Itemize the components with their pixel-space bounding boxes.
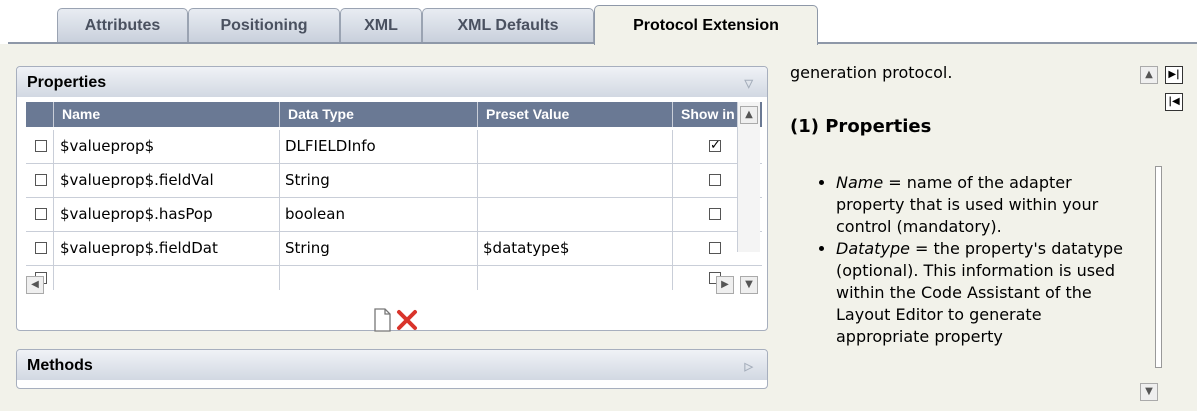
row-select-cell (26, 198, 54, 231)
preset-cell[interactable]: $datatype$ (478, 232, 673, 265)
scroll-left-icon[interactable]: ◀ (26, 276, 44, 294)
tab-xml[interactable]: XML (340, 8, 422, 42)
methods-panel: Methods ▷ (16, 349, 768, 389)
select-column-header (26, 102, 54, 127)
first-page-icon[interactable]: |◀ (1165, 93, 1183, 111)
datatype-cell[interactable]: DLFIELDInfo (280, 130, 478, 163)
table-vertical-scrollbar[interactable]: ▲ (737, 102, 760, 252)
datatype-cell[interactable]: boolean (280, 198, 478, 231)
row-checkbox[interactable] (35, 174, 47, 186)
row-select-cell (26, 164, 54, 197)
table-header: Name Data Type Preset Value Show in (26, 102, 762, 127)
show-checkbox[interactable] (709, 208, 721, 220)
scroll-down-icon[interactable]: ▼ (740, 276, 758, 294)
table-row[interactable]: $valueprop$.fieldDat String $datatype$ (26, 232, 762, 266)
properties-panel-header[interactable]: Properties ▽ (17, 67, 767, 97)
table-action-icons (374, 308, 417, 332)
doc-heading: (1) Properties (790, 116, 932, 137)
name-cell[interactable]: $valueprop$.fieldDat (54, 232, 280, 265)
show-checkbox[interactable] (709, 242, 721, 254)
doc-scrollbar[interactable]: ▲ ▼ (1140, 62, 1162, 407)
row-checkbox[interactable] (35, 140, 47, 152)
show-checkbox[interactable]: ✓ (709, 139, 721, 152)
column-header-preset[interactable]: Preset Value (478, 102, 673, 127)
table-row[interactable]: $valueprop$.hasPop boolean (26, 198, 762, 232)
name-cell[interactable]: $valueprop$.hasPop (54, 198, 280, 231)
doc-term: Name (836, 173, 884, 192)
row-checkbox[interactable] (35, 208, 47, 220)
doc-scroll-up-icon[interactable]: ▲ (1140, 66, 1158, 84)
preset-cell[interactable] (478, 130, 673, 163)
row-checkbox[interactable] (35, 242, 47, 254)
doc-scroll-thumb[interactable] (1155, 166, 1162, 368)
new-document-icon[interactable] (374, 308, 391, 332)
table-row[interactable]: $valueprop$ DLFIELDInfo ✓ (26, 130, 762, 164)
tab-positioning[interactable]: Positioning (188, 8, 340, 42)
help-text-panel: generation protocol. (1) Properties Name… (790, 44, 1138, 411)
properties-title: Properties (27, 74, 107, 91)
doc-list-item: Name = name of the adapter property that… (836, 172, 1138, 238)
collapse-down-icon[interactable]: ▽ (745, 68, 753, 100)
tab-xml-defaults[interactable]: XML Defaults (422, 8, 594, 42)
doc-list-item: Datatype = the property's datatype (opti… (836, 238, 1138, 348)
name-cell[interactable]: $valueprop$.fieldVal (54, 164, 280, 197)
datatype-cell[interactable]: String (280, 164, 478, 197)
tab-attributes[interactable]: Attributes (57, 8, 188, 42)
properties-table: Name Data Type Preset Value Show in $val… (26, 102, 762, 290)
methods-panel-header[interactable]: Methods ▷ (17, 350, 767, 380)
methods-title: Methods (27, 357, 93, 374)
row-select-cell (26, 232, 54, 265)
scroll-up-icon[interactable]: ▲ (740, 106, 758, 124)
tab-protocol-extension[interactable]: Protocol Extension (594, 5, 818, 45)
table-horizontal-scrollbar[interactable]: ◀ ▶ ▼ (26, 276, 762, 296)
row-select-cell (26, 130, 54, 163)
scroll-right-icon[interactable]: ▶ (716, 276, 734, 294)
column-header-name[interactable]: Name (54, 102, 280, 127)
tab-bar: Attributes Positioning XML XML Defaults … (0, 0, 1197, 45)
table-actions (371, 307, 429, 337)
preset-cell[interactable] (478, 164, 673, 197)
expand-right-icon[interactable]: ▷ (745, 351, 753, 383)
doc-scroll-down-icon[interactable]: ▼ (1140, 383, 1158, 401)
delete-x-icon[interactable] (397, 310, 417, 330)
preset-cell[interactable] (478, 198, 673, 231)
doc-list: Name = name of the adapter property that… (790, 172, 1138, 348)
datatype-cell[interactable]: String (280, 232, 478, 265)
table-row[interactable]: $valueprop$.fieldVal String (26, 164, 762, 198)
name-cell[interactable]: $valueprop$ (54, 130, 280, 163)
show-checkbox[interactable] (709, 174, 721, 186)
column-header-datatype[interactable]: Data Type (280, 102, 478, 127)
doc-term: Datatype (836, 239, 910, 258)
next-page-icon[interactable]: ▶| (1165, 66, 1183, 84)
doc-intro: generation protocol. (790, 63, 953, 82)
